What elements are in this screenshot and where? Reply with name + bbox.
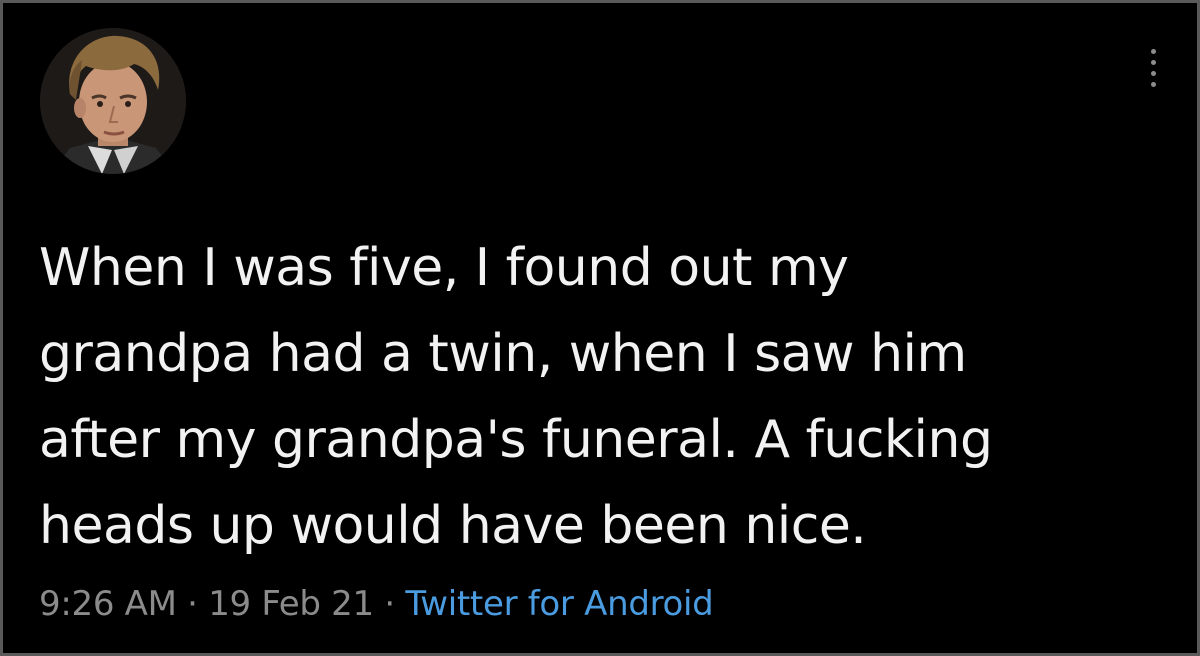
avatar[interactable] (40, 28, 186, 174)
meta-separator: · (187, 584, 198, 624)
tweet-text-line: When I was five, I found out my (39, 238, 849, 298)
tweet-time[interactable]: 9:26 AM (39, 584, 177, 624)
tweet-text-line: heads up would have been nice. (39, 496, 867, 556)
more-dot (1150, 82, 1156, 87)
meta-separator: · (384, 584, 395, 624)
more-options-button[interactable] (1141, 43, 1165, 93)
more-dot (1150, 60, 1156, 65)
tweet-card: When I was five, I found out my grandpa … (3, 3, 1197, 653)
tweet-metadata: 9:26 AM · 19 Feb 21 · Twitter for Androi… (39, 581, 714, 627)
tweet-date[interactable]: 19 Feb 21 (208, 584, 374, 624)
tweet-text-line: after my grandpa's funeral. A fucking (39, 410, 993, 470)
more-dot (1150, 49, 1156, 54)
tweet-source-link[interactable]: Twitter for Android (405, 584, 713, 624)
screenshot-frame: When I was five, I found out my grandpa … (0, 0, 1200, 656)
tweet-text: When I was five, I found out my grandpa … (39, 225, 1169, 569)
avatar-photo (40, 28, 186, 174)
tweet-text-line: grandpa had a twin, when I saw him (39, 324, 967, 384)
more-dot (1150, 71, 1156, 76)
